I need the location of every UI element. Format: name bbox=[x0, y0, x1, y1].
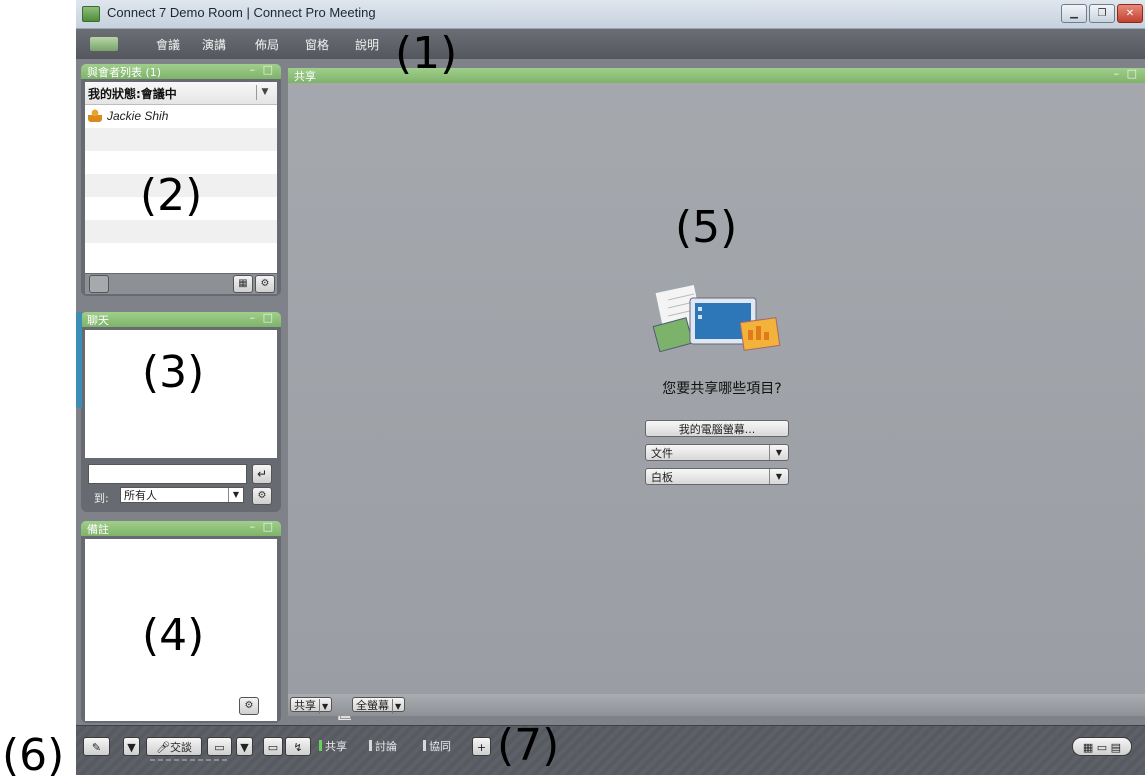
window-controls: ▁ ❐ ✕ bbox=[1061, 4, 1143, 23]
annotation-6: (6) bbox=[2, 730, 65, 781]
chevron-down-icon[interactable]: ▼ bbox=[769, 469, 788, 484]
presenter-status-icon[interactable]: ✎ bbox=[83, 737, 110, 756]
host-person-icon bbox=[88, 108, 102, 122]
title-bar: Connect 7 Demo Room | Connect Pro Meetin… bbox=[76, 0, 1145, 29]
chat-recipient-value: 所有人 bbox=[124, 489, 157, 502]
share-menu-button[interactable]: 共享 ▼ bbox=[290, 697, 333, 714]
tab-discussion-label: 討論 bbox=[375, 740, 397, 753]
pod-window-controls[interactable]: – □ bbox=[250, 520, 275, 533]
talk-button[interactable]: 🎤︎交談 bbox=[146, 737, 202, 756]
settings-gear-icon[interactable]: ⚙ bbox=[255, 275, 275, 293]
attendees-pod-footer: ▦ ⚙ bbox=[85, 274, 277, 294]
annotation-7: (7) bbox=[497, 720, 560, 771]
share-prompt-text: 您要共享哪些項目? bbox=[662, 381, 782, 397]
chat-recipient-select[interactable]: 所有人 ▼ bbox=[120, 487, 244, 503]
list-item bbox=[85, 220, 277, 243]
notes-settings-gear-icon[interactable]: ⚙ bbox=[239, 697, 259, 715]
chat-pod-header: 聊天 – □ bbox=[81, 311, 281, 327]
layout-toggle-icon[interactable]: ▭ bbox=[263, 737, 283, 756]
minimize-button[interactable]: ▁ bbox=[1061, 4, 1087, 23]
tab-discussion[interactable]: 討論 bbox=[369, 738, 397, 755]
share-document-dropdown[interactable]: 文件 ▼ bbox=[645, 444, 789, 461]
tab-share-label: 共享 bbox=[325, 740, 347, 753]
tab-collaboration[interactable]: 協同 bbox=[423, 738, 451, 755]
grid-view-icon[interactable]: ▦ bbox=[233, 275, 253, 293]
annotation-2: (2) bbox=[140, 170, 203, 221]
share-pod-footer: 共享 ▼ 全螢幕 ▼ bbox=[288, 694, 1145, 716]
pointer-tool-icon[interactable]: ↯ bbox=[285, 737, 311, 756]
audio-level-indicator bbox=[150, 759, 230, 761]
chevron-down-icon[interactable]: ▼ bbox=[769, 445, 788, 460]
send-message-icon[interactable]: ↵ bbox=[252, 464, 272, 484]
talk-label: 交談 bbox=[169, 741, 192, 754]
list-item bbox=[85, 128, 277, 151]
microphone-icon: 🎤︎ bbox=[156, 741, 170, 754]
annotation-4: (4) bbox=[142, 610, 205, 661]
menu-pods[interactable]: 窗格 bbox=[305, 36, 329, 53]
list-item[interactable]: Jackie Shih bbox=[85, 105, 277, 128]
tab-indicator bbox=[369, 740, 372, 751]
chevron-down-icon[interactable]: ▼ bbox=[236, 737, 253, 756]
menu-help[interactable]: 說明 bbox=[355, 36, 379, 53]
notes-pod-title: 備註 bbox=[87, 523, 109, 536]
menu-presentation[interactable]: 演講 bbox=[202, 36, 226, 53]
annotation-5: (5) bbox=[675, 202, 738, 253]
fullscreen-label: 全螢幕 bbox=[356, 699, 389, 712]
share-whiteboard-label: 白板 bbox=[651, 471, 673, 484]
annotation-3: (3) bbox=[142, 347, 205, 398]
menu-meeting[interactable]: 會議 bbox=[156, 36, 180, 53]
window-title: Connect 7 Demo Room | Connect Pro Meetin… bbox=[107, 5, 376, 20]
my-status-text: 我的狀態:會議中 bbox=[88, 87, 177, 101]
share-whiteboard-dropdown[interactable]: 白板 ▼ bbox=[645, 468, 789, 485]
tab-active-indicator bbox=[319, 740, 322, 751]
connect-logo-icon bbox=[90, 37, 118, 51]
chevron-down-icon[interactable]: ▼ bbox=[123, 737, 140, 756]
share-document-label: 文件 bbox=[651, 447, 673, 460]
close-button[interactable]: ✕ bbox=[1117, 4, 1143, 23]
pod-window-controls[interactable]: – □ bbox=[1114, 67, 1139, 80]
bottom-toolbar: ✎ ▼ 🎤︎交談 ▭ ▼ ▭ ↯ 共享 討論 協同 + ▦ ▭ ▤ bbox=[76, 725, 1145, 775]
my-status-selector[interactable]: 我的狀態:會議中 ▼ bbox=[85, 82, 277, 105]
menu-layout[interactable]: 佈局 bbox=[255, 36, 279, 53]
side-handle[interactable] bbox=[76, 312, 82, 408]
chat-to-label: 到: bbox=[94, 492, 109, 505]
fullscreen-button[interactable]: 全螢幕 ▼ bbox=[352, 697, 406, 714]
add-layout-label: + bbox=[476, 741, 487, 754]
tab-share[interactable]: 共享 bbox=[319, 738, 347, 755]
tab-collaboration-label: 協同 bbox=[429, 740, 451, 753]
annotation-1: (1) bbox=[395, 28, 458, 79]
pod-window-controls[interactable]: – □ bbox=[250, 311, 275, 324]
attendee-name: Jackie Shih bbox=[107, 109, 169, 123]
add-layout-button[interactable]: + bbox=[472, 737, 491, 756]
chat-settings-gear-icon[interactable]: ⚙ bbox=[252, 487, 272, 505]
share-my-screen-button[interactable]: 我的電腦螢幕... bbox=[645, 420, 789, 437]
attendees-pod-header: 與會者列表 (1) – □ bbox=[81, 63, 281, 79]
share-pod: 共享 – □ 您要共享哪些項目? 我的電腦螢幕... 文件 ▼ 白板 ▼ 共享 … bbox=[288, 67, 1145, 716]
share-content-illustration-icon bbox=[652, 283, 781, 353]
list-item bbox=[85, 243, 277, 266]
attendees-pod-title: 與會者列表 (1) bbox=[87, 66, 162, 79]
notes-pod-header: 備註 – □ bbox=[81, 520, 281, 536]
share-my-screen-label: 我的電腦螢幕... bbox=[678, 423, 756, 436]
pod-window-controls[interactable]: – □ bbox=[250, 63, 275, 76]
connect-app-icon bbox=[82, 6, 100, 22]
share-pod-title: 共享 bbox=[294, 70, 316, 83]
chevron-down-icon[interactable]: ▼ bbox=[256, 85, 273, 100]
view-mode-icons[interactable]: ▦ ▭ ▤ bbox=[1072, 737, 1132, 756]
tab-indicator bbox=[423, 740, 426, 751]
camera-button[interactable]: ▭ bbox=[207, 737, 232, 756]
menu-bar: 會議 演講 佈局 窗格 說明 bbox=[76, 29, 1145, 59]
chat-message-input[interactable] bbox=[88, 464, 247, 484]
connect-app-window: Connect 7 Demo Room | Connect Pro Meetin… bbox=[76, 0, 1145, 775]
restore-button[interactable]: ❐ bbox=[1089, 4, 1115, 23]
chat-pod-title: 聊天 bbox=[87, 314, 109, 327]
raise-hand-icon[interactable] bbox=[89, 275, 109, 293]
share-menu-label: 共享 bbox=[294, 699, 316, 712]
chevron-down-icon[interactable]: ▼ bbox=[228, 488, 243, 502]
